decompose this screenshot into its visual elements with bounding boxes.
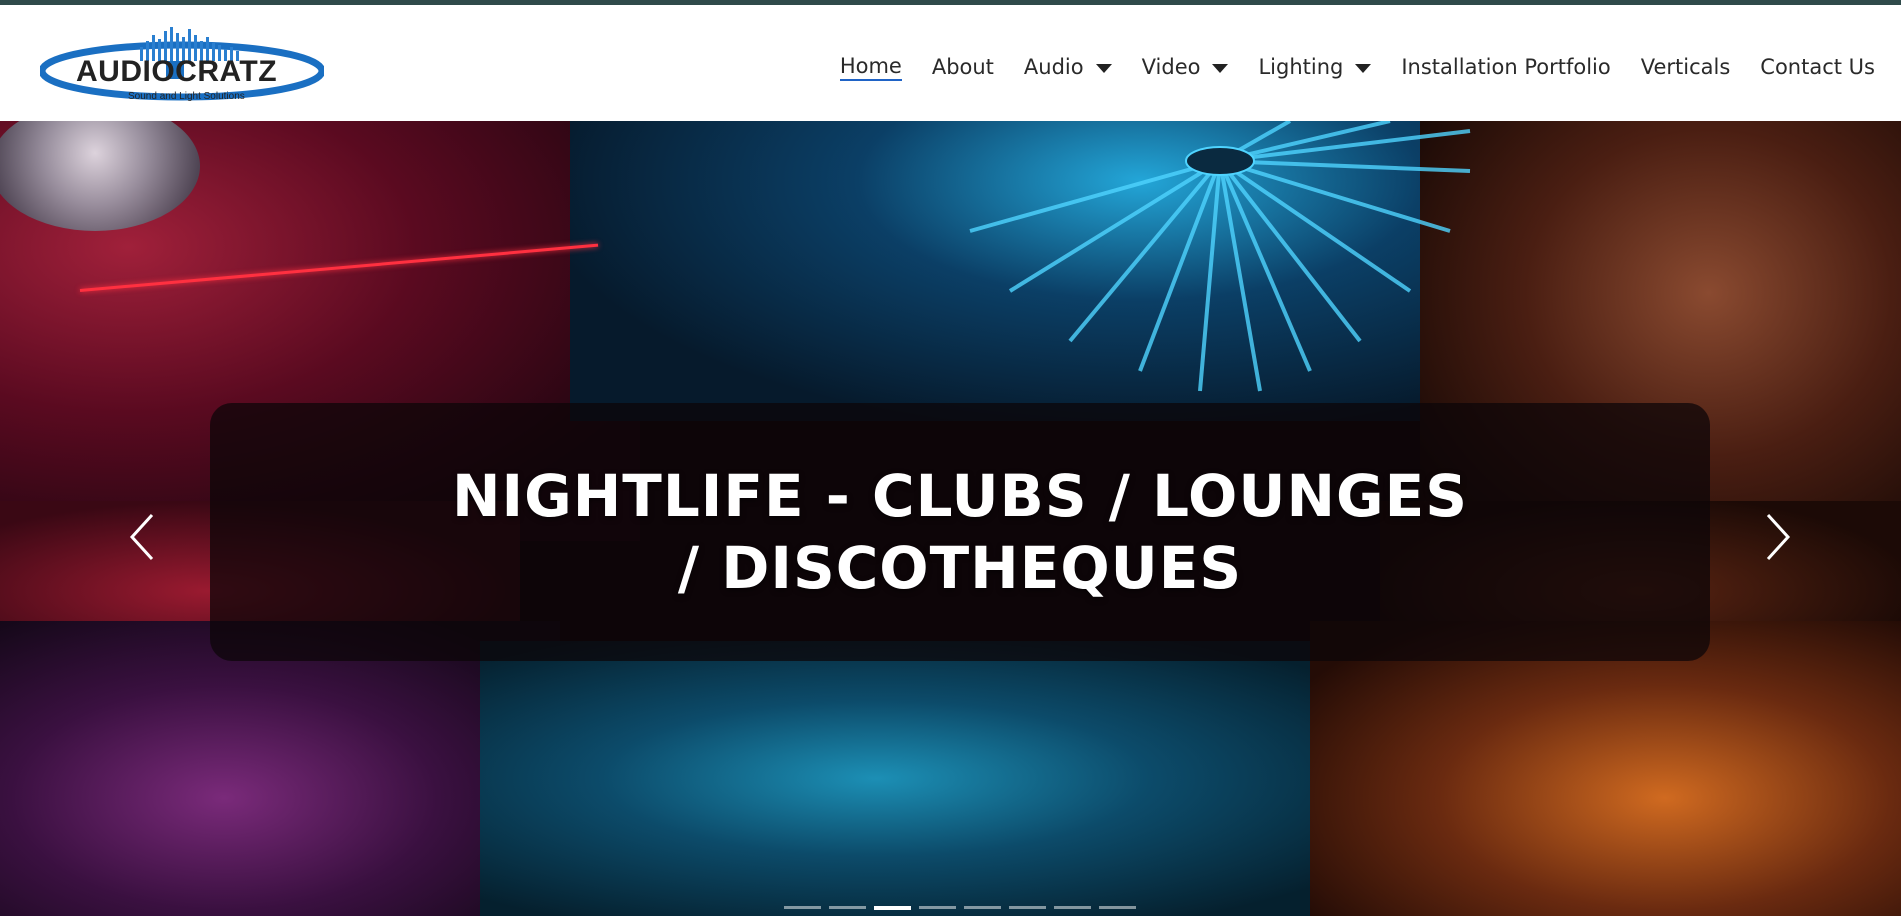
nav-item-contact-us[interactable]: Contact Us [1760,51,1875,83]
nav-item-about[interactable]: About [932,51,994,83]
nav-item-audio[interactable]: Audio [1024,51,1112,83]
hero-collage-panel [480,641,1360,916]
site-logo[interactable]: AUDIOCRATZ Sound and Light Solutions [40,25,324,109]
hero-carousel: NIGHTLIFE - CLUBS / LOUNGES / DISCOTHEQU… [0,121,1901,916]
nav-item-video[interactable]: Video [1142,51,1229,83]
nav-item-verticals[interactable]: Verticals [1641,51,1731,83]
carousel-indicator-active[interactable] [874,906,911,910]
nav-label: About [931,55,994,79]
nav-label: Installation Portfolio [1401,55,1611,79]
logo-wordmark: AUDIOCRATZ [76,55,278,88]
nav-item-lighting[interactable]: Lighting [1258,51,1372,83]
hero-collage-panel [1310,621,1901,916]
carousel-next-button[interactable] [1756,507,1796,567]
main-nav: Home About Audio Video Lighting Installa… [810,51,1875,83]
logo-tagline: Sound and Light Solutions [128,91,245,102]
nav-label: Contact Us [1760,55,1875,79]
carousel-indicator[interactable] [829,906,866,909]
hero-title: NIGHTLIFE - CLUBS / LOUNGES / DISCOTHEQU… [451,462,1468,602]
nav-item-installation-portfolio[interactable]: Installation Portfolio [1401,51,1610,83]
chevron-right-icon [1766,513,1791,561]
carousel-indicator[interactable] [784,906,821,909]
site-header: AUDIOCRATZ Sound and Light Solutions Hom… [0,5,1901,121]
light-rays-graphic [969,121,1471,392]
chevron-left-icon [129,513,154,561]
hero-caption-box: NIGHTLIFE - CLUBS / LOUNGES / DISCOTHEQU… [210,403,1710,661]
caret-down-icon [1095,63,1112,73]
caret-down-icon [1355,63,1372,73]
hero-collage-panel [0,621,560,916]
nav-label: Video [1141,55,1201,79]
caret-down-icon [1212,63,1229,73]
carousel-indicator[interactable] [1099,906,1136,909]
carousel-indicators [784,906,1136,910]
nav-label: Home [839,54,902,81]
carousel-indicator[interactable] [919,906,956,909]
carousel-prev-button[interactable] [124,507,164,567]
nav-item-home[interactable]: Home [839,51,902,83]
carousel-indicator[interactable] [964,906,1001,909]
nav-label: Lighting [1258,55,1344,79]
carousel-indicator[interactable] [1054,906,1091,909]
nav-label: Verticals [1640,55,1731,79]
nav-label: Audio [1023,55,1084,79]
carousel-indicator[interactable] [1009,906,1046,909]
